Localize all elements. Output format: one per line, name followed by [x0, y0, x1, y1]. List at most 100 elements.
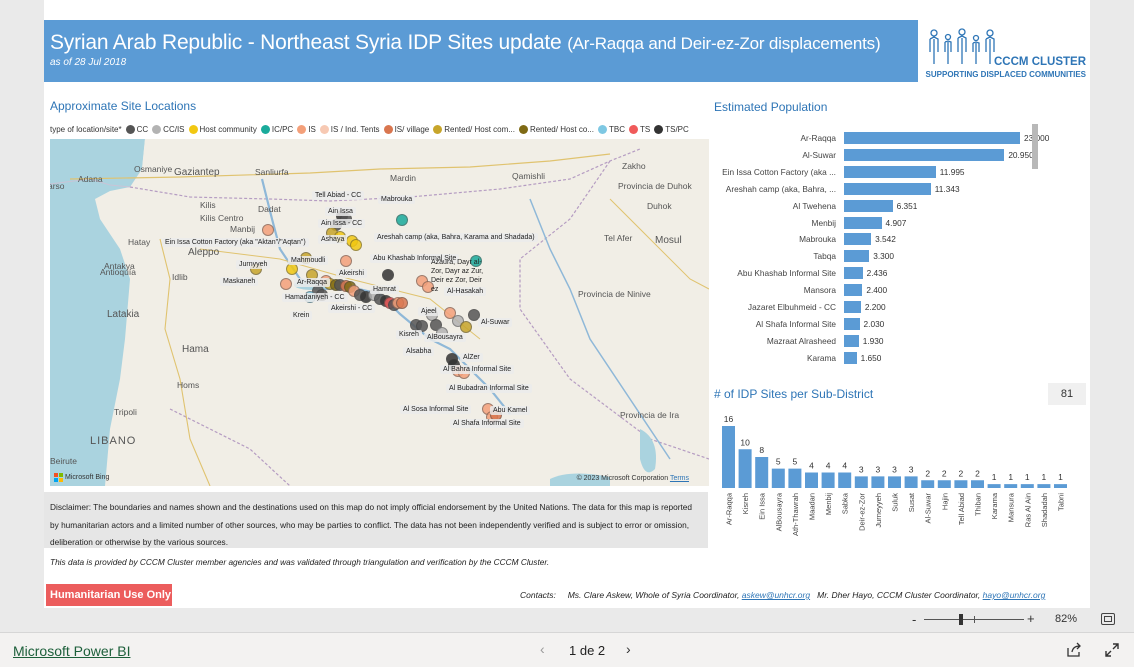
population-category-label: Menbij: [811, 217, 836, 228]
subdistrict-bar[interactable]: [1020, 484, 1034, 488]
fullscreen-icon[interactable]: [1104, 642, 1120, 658]
next-page-button[interactable]: ›: [626, 641, 631, 657]
population-bar[interactable]: [844, 182, 931, 195]
population-value-label: 2.436: [866, 268, 888, 279]
population-bar[interactable]: [844, 216, 882, 229]
subdistrict-bar[interactable]: [1054, 484, 1067, 488]
subdistrict-value-label: 10: [740, 437, 750, 447]
site-marker[interactable]: [280, 278, 292, 290]
population-bar[interactable]: [844, 148, 1005, 161]
population-row[interactable]: Tabqa 3.300: [714, 248, 1074, 265]
subdistrict-chart[interactable]: 16 Ar-Raqqa 10 Kisreh 8 Ein Issa 5 AlBousayra 5 A…: [719, 410, 1084, 606]
population-row[interactable]: Ein Issa Cotton Factory (aka ... 11.995: [714, 164, 1074, 181]
population-row[interactable]: Mazraat Alrasheed 1.930: [714, 333, 1074, 350]
population-row[interactable]: Menbij 4.907: [714, 215, 1074, 232]
zoom-in-button[interactable]: +: [1027, 611, 1035, 626]
population-scrollbar-thumb[interactable]: [1032, 124, 1038, 169]
map-city-label: Hatay: [128, 237, 151, 247]
population-bar[interactable]: [844, 267, 863, 280]
subdistrict-bar[interactable]: [722, 426, 735, 488]
population-row[interactable]: Ar-Raqqa23.000: [714, 130, 1074, 147]
bing-label: Microsoft Bing: [65, 474, 110, 481]
share-icon[interactable]: [1066, 642, 1082, 658]
site-marker[interactable]: [350, 239, 362, 251]
subdistrict-bar[interactable]: [755, 457, 769, 488]
population-bar[interactable]: [844, 284, 863, 297]
population-bar[interactable]: [844, 233, 872, 246]
legend-item[interactable]: IC/PC: [260, 124, 293, 134]
population-row[interactable]: Mansora 2.400: [714, 282, 1074, 299]
site-marker[interactable]: [382, 269, 394, 281]
population-bar[interactable]: [844, 317, 860, 330]
terms-link[interactable]: Terms: [670, 475, 689, 482]
power-bi-link[interactable]: Microsoft Power BI: [13, 643, 130, 659]
subdistrict-bar[interactable]: [738, 449, 752, 488]
subdistrict-value-label: 1: [1058, 472, 1063, 482]
legend-item[interactable]: CC/IS: [152, 124, 185, 134]
site-map[interactable]: Adana arso Osmaniye Gaziantep Sanliurfa Mardi…: [50, 139, 709, 486]
population-category-label: Mazraat Alrasheed: [766, 335, 836, 346]
map-section-title: Approximate Site Locations: [50, 99, 197, 113]
population-row[interactable]: Karama 1.650: [714, 350, 1074, 367]
subdistrict-bar[interactable]: [821, 472, 835, 489]
legend-item[interactable]: CC: [125, 124, 148, 134]
subdistrict-bar[interactable]: [937, 480, 951, 488]
population-bar[interactable]: [844, 334, 859, 347]
legend-label: Rented/ Host com...: [444, 124, 515, 134]
population-row[interactable]: Abu Khashab Informal Site 2.436: [714, 265, 1074, 282]
site-marker[interactable]: [340, 255, 352, 267]
site-marker[interactable]: [396, 297, 408, 309]
subdistrict-bar[interactable]: [771, 468, 785, 488]
subdistrict-title: # of IDP Sites per Sub-District: [714, 387, 874, 401]
map-city-label: Idlib: [172, 272, 188, 282]
subdistrict-value-label: 1: [1042, 472, 1047, 482]
population-bar[interactable]: [844, 301, 861, 313]
subdistrict-value-label: 8: [759, 445, 764, 455]
population-bar[interactable]: [844, 165, 936, 178]
population-row[interactable]: Areshah camp (aka, Bahra, ... 11.343: [714, 181, 1074, 198]
population-row[interactable]: Al Shafa Informal Site 2.030: [714, 316, 1074, 333]
population-chart[interactable]: Ar-Raqqa23.000 Al-Suwar 20.950 Ein Issa Cot…: [714, 124, 1084, 364]
zoom-slider-thumb[interactable]: [959, 614, 963, 625]
population-value-label: 1.650: [860, 352, 882, 363]
subdistrict-bar[interactable]: [888, 476, 901, 488]
legend-item[interactable]: TBC: [597, 124, 625, 134]
subdistrict-bar[interactable]: [921, 480, 935, 488]
subdistrict-bar[interactable]: [904, 476, 918, 488]
site-marker[interactable]: [396, 214, 408, 226]
population-row[interactable]: Al-Suwar 20.950: [714, 147, 1074, 164]
legend-item[interactable]: TS: [628, 124, 650, 134]
population-bar[interactable]: [844, 250, 870, 263]
previous-page-button[interactable]: ‹: [540, 641, 545, 657]
fit-to-page-icon[interactable]: [1101, 613, 1115, 625]
subdistrict-bar[interactable]: [871, 476, 885, 488]
legend-item[interactable]: Rented/ Host co...: [518, 124, 594, 134]
subdistrict-bar[interactable]: [805, 472, 818, 489]
population-bar[interactable]: [844, 132, 1020, 144]
legend-item[interactable]: IS/ village: [383, 124, 429, 134]
site-marker[interactable]: [262, 224, 274, 236]
legend-item[interactable]: Rented/ Host com...: [433, 124, 515, 134]
legend-item[interactable]: IS: [297, 124, 316, 134]
subdistrict-bar[interactable]: [987, 484, 1001, 488]
legend-item[interactable]: IS / Ind. Tents: [319, 124, 380, 134]
legend-item[interactable]: TS/PC: [654, 124, 689, 134]
map-city-label: Kilis: [200, 200, 216, 210]
map-city-label: Provincia de Ira: [620, 410, 680, 420]
population-row[interactable]: Al Twehena 6.351: [714, 198, 1074, 215]
legend-dot-icon: [654, 124, 664, 134]
subdistrict-bar[interactable]: [838, 472, 852, 489]
subdistrict-bar[interactable]: [1037, 484, 1051, 488]
subdistrict-bar[interactable]: [854, 476, 868, 488]
population-row[interactable]: Jazaret Elbuhmeid - CC 2.200: [714, 299, 1074, 316]
subdistrict-bar[interactable]: [954, 480, 968, 488]
zoom-out-button[interactable]: -: [912, 612, 916, 627]
subdistrict-bar[interactable]: [1004, 484, 1018, 488]
site-marker[interactable]: [460, 321, 472, 333]
legend-item[interactable]: Host community: [188, 124, 257, 134]
population-bar[interactable]: [844, 199, 893, 212]
population-bar[interactable]: [844, 351, 857, 364]
population-row[interactable]: Mabrouka 3.542: [714, 231, 1074, 248]
subdistrict-bar[interactable]: [788, 468, 802, 488]
subdistrict-bar[interactable]: [971, 480, 984, 488]
